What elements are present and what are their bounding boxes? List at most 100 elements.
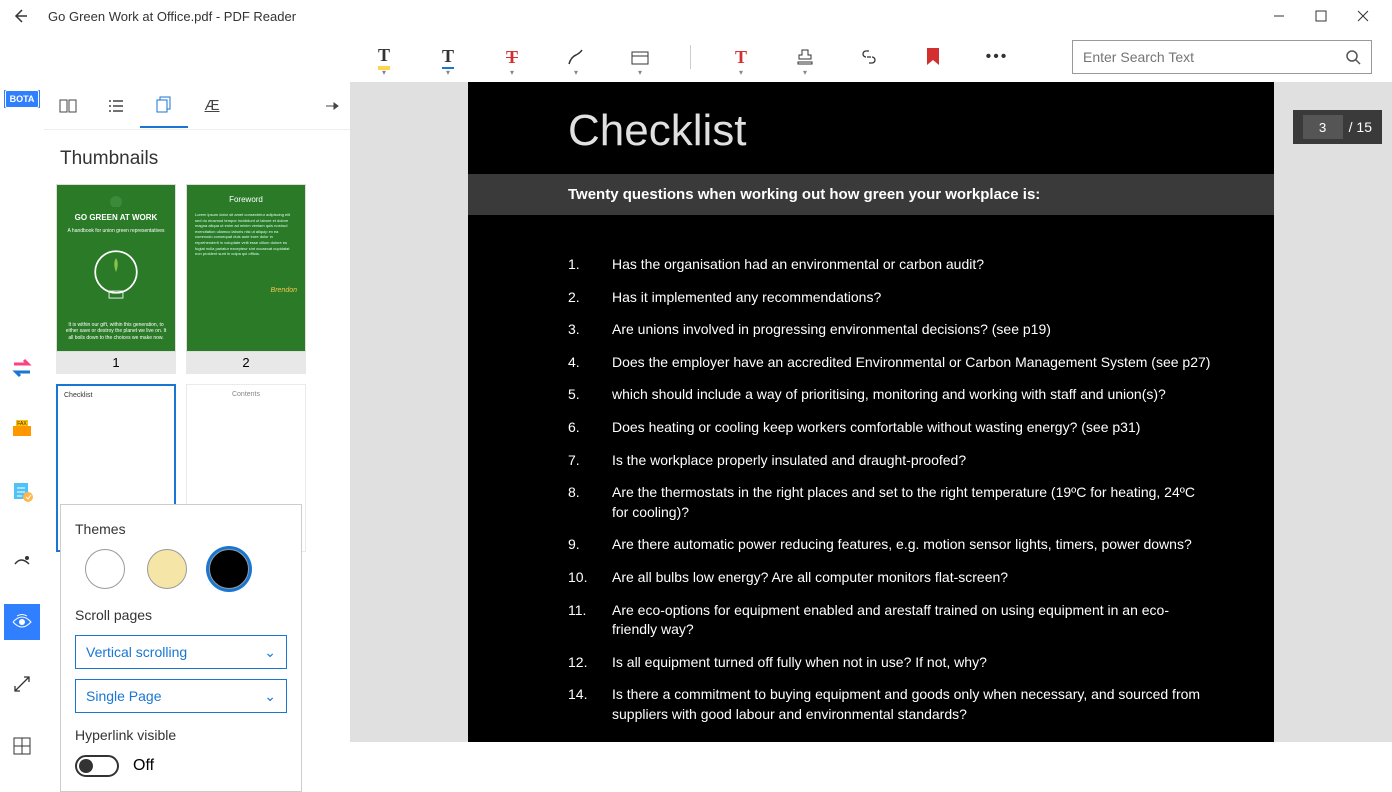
question-row: 11. Are eco-options for equipment enable… [568, 601, 1214, 640]
bota-button[interactable]: BOTA [4, 90, 40, 108]
back-button[interactable] [8, 4, 32, 28]
tab-outline[interactable] [92, 84, 140, 128]
thumbnail-2[interactable]: Foreword Lorem ipsum dolor sit amet cons… [186, 184, 306, 374]
themes-label: Themes [75, 521, 287, 537]
question-number: 8. [568, 483, 612, 522]
expand-icon [13, 675, 31, 693]
tab-bookmarks[interactable] [44, 84, 92, 128]
tab-thumbnails[interactable] [140, 84, 188, 128]
page-number-input[interactable] [1303, 115, 1343, 139]
question-number: 3. [568, 320, 612, 340]
hyperlink-toggle[interactable] [75, 755, 119, 777]
tab-annotations[interactable]: Æ [188, 84, 236, 128]
ink-tool[interactable]: ▾ [562, 43, 590, 71]
question-number: 15. [568, 738, 612, 743]
strikethrough-tool[interactable]: T▾ [498, 43, 526, 71]
theme-light[interactable] [85, 549, 125, 589]
fax-button[interactable]: FAX [4, 418, 40, 440]
page-subtitle: Twenty questions when working out how gr… [468, 174, 1274, 215]
question-number: 11. [568, 601, 612, 640]
link-tool[interactable] [855, 43, 883, 71]
toggle-state: Off [133, 757, 154, 775]
list-icon [107, 99, 125, 113]
question-number: 6. [568, 418, 612, 438]
scroll-mode-select[interactable]: Vertical scrolling⌄ [75, 635, 287, 669]
question-number: 10. [568, 568, 612, 588]
question-row: 7.Is the workplace properly insulated an… [568, 451, 1214, 471]
window-title: Go Green Work at Office.pdf - PDF Reader [48, 9, 296, 24]
bulb-icon [86, 246, 146, 315]
note-tool[interactable]: ▾ [626, 43, 654, 71]
pin-icon [324, 98, 340, 114]
search-box[interactable] [1072, 40, 1372, 74]
hyperlink-label: Hyperlink visible [75, 727, 287, 743]
swap-icon [10, 358, 34, 378]
grid-button[interactable] [4, 728, 40, 764]
bookmark-tool[interactable] [919, 43, 947, 71]
search-icon[interactable] [1345, 49, 1361, 65]
fullscreen-button[interactable] [4, 666, 40, 702]
note-icon [630, 48, 650, 66]
close-button[interactable] [1354, 7, 1372, 25]
question-row: 1.Has the organisation had an environmen… [568, 255, 1214, 275]
thumbnails-grid: GO GREEN AT WORK A handbook for union gr… [44, 184, 350, 552]
question-number: 14. [568, 685, 612, 724]
theme-sepia[interactable] [147, 549, 187, 589]
svg-text:FAX: FAX [17, 421, 27, 427]
question-text: Are the thermostats in the right places … [612, 483, 1214, 522]
search-input[interactable] [1083, 49, 1345, 65]
maximize-button[interactable] [1312, 7, 1330, 25]
question-row: 5.which should include a way of prioriti… [568, 385, 1214, 405]
question-row: 15. Is offsetting only carried out as a … [568, 738, 1214, 743]
question-row: 3.Are unions involved in progressing env… [568, 320, 1214, 340]
text-tool[interactable]: T▾ [727, 43, 755, 71]
question-number: 1. [568, 255, 612, 275]
highlight-tool[interactable]: T▾ [370, 43, 398, 71]
page-mode-select[interactable]: Single Page⌄ [75, 679, 287, 713]
question-row: 14. Is there a commitment to buying equi… [568, 685, 1214, 724]
question-text: Are all bulbs low energy? Are all comput… [612, 568, 1214, 588]
question-text: Is all equipment turned off fully when n… [612, 653, 1214, 673]
form-button[interactable] [4, 480, 40, 502]
scroll-label: Scroll pages [75, 607, 287, 623]
question-row: 10. Are all bulbs low energy? Are all co… [568, 568, 1214, 588]
question-text: Is there a commitment to buying equipmen… [612, 685, 1214, 724]
question-text: Has it implemented any recommendations? [612, 288, 1214, 308]
bookmark-icon [925, 47, 941, 67]
underline-tool[interactable]: T▾ [434, 43, 462, 71]
question-number: 12. [568, 653, 612, 673]
question-text: Does the employer have an accredited Env… [612, 353, 1214, 373]
question-list: 1.Has the organisation had an environmen… [468, 215, 1274, 742]
stamp-icon [795, 47, 815, 67]
leaf-logo-icon [107, 195, 125, 207]
thumbnail-1[interactable]: GO GREEN AT WORK A handbook for union gr… [56, 184, 176, 374]
question-text: Is the workplace properly insulated and … [612, 451, 1214, 471]
question-row: 2.Has it implemented any recommendations… [568, 288, 1214, 308]
question-row: 6.Does heating or cooling keep workers c… [568, 418, 1214, 438]
night-icon [12, 552, 32, 568]
chevron-down-icon: ⌄ [264, 644, 276, 661]
left-toolbar: BOTA FAX [0, 82, 44, 742]
stamp-tool[interactable]: ▾ [791, 43, 819, 71]
night-mode-button[interactable] [4, 542, 40, 578]
theme-dark[interactable] [209, 549, 249, 589]
swap-button[interactable] [4, 358, 40, 378]
link-icon [859, 47, 879, 67]
side-tabs: Æ [44, 82, 350, 130]
more-icon: ••• [986, 48, 1009, 66]
question-text: Does heating or cooling keep workers com… [612, 418, 1214, 438]
document-viewer[interactable]: Checklist Twenty questions when working … [350, 82, 1392, 742]
question-text: Has the organisation had an environmenta… [612, 255, 1214, 275]
toolbar: T▾ T▾ T▾ ▾ ▾ T▾ ▾ ••• [0, 32, 1392, 82]
page-indicator: / 15 [1293, 110, 1382, 144]
view-mode-button[interactable] [4, 604, 40, 640]
minimize-button[interactable] [1270, 7, 1288, 25]
pin-panel-button[interactable] [324, 98, 340, 114]
more-tool[interactable]: ••• [983, 43, 1011, 71]
question-text: Are there automatic power reducing featu… [612, 535, 1214, 555]
book-icon [58, 98, 78, 114]
grid-icon [13, 737, 31, 755]
question-text: Is offsetting only carried out as a last… [612, 738, 1214, 743]
fax-icon: FAX [10, 418, 34, 440]
page-total: / 15 [1349, 119, 1372, 135]
